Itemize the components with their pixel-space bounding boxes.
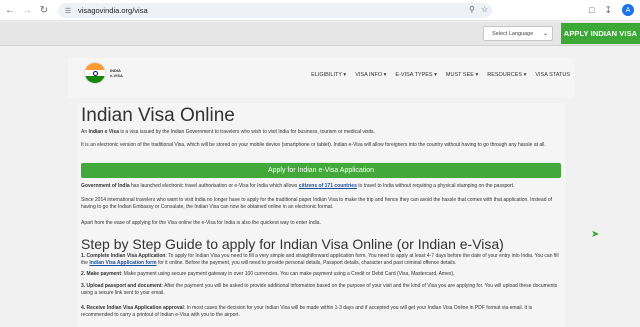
nav-resources[interactable]: RESOURCES ▾ [487,72,526,78]
step-4: 4. Receive Indian Visa Application appro… [81,305,565,319]
brand-text[interactable]: INDIA e-VISA [110,68,123,78]
text: is a visa issued by the Indian Governmen… [119,129,375,135]
text: has launched electronic travel authorisa… [129,183,299,189]
nav-evisa-types[interactable]: E-VISA TYPES ▾ [395,72,437,78]
nav-visa-info[interactable]: VISA INFO ▾ [355,72,386,78]
text-bold: Government of India [81,183,130,189]
nav-label: VISA INFO [355,72,383,78]
nav-label: MUST SEE [445,72,474,78]
site-header: INDIA e-VISA ELIGIBILITY ▾ VISA INFO ▾ E… [68,58,574,98]
text-bold: Indian e Visa [88,129,119,135]
browser-toolbar: ← → ↻ ☰ visagovindia.org/visa ⚲ ☆ □ ↧ A [0,0,640,21]
nav-eligibility[interactable]: ELIGIBILITY ▾ [311,72,346,78]
mouse-cursor-icon: ➤ [591,229,600,240]
nav-must-see[interactable]: MUST SEE ▾ [446,72,478,78]
download-icon[interactable]: ↧ [604,5,612,16]
reload-icon[interactable]: ↻ [37,3,51,17]
page-title: Indian Visa Online [81,105,235,126]
ease-paragraph: Apart from the ease of applying for the … [81,220,321,226]
nav-label: VISA STATUS [535,72,570,78]
gov-paragraph: Government of India has launched electro… [81,183,565,190]
text: for it online. Before the payment, you w… [156,260,457,266]
text: An [81,129,89,135]
site-info-icon[interactable]: ☰ [63,6,73,16]
evisa-description: It is an electronic version of the tradi… [81,142,546,148]
url-text[interactable]: visagovindia.org/visa [78,6,148,15]
intro-paragraph: An Indian e Visa is a visa issued by the… [81,129,565,136]
step-3: 3. Upload passport and document: After t… [81,283,565,297]
back-arrow-icon[interactable]: ← [3,3,17,17]
chevron-down-icon: ⌄ [542,31,548,37]
india-flag-logo-icon[interactable] [84,62,106,84]
avatar[interactable]: A [622,4,634,16]
nav-label: RESOURCES [487,72,523,78]
apply-evisa-button[interactable]: Apply for Indian e-Visa Application [81,163,561,178]
text-bold: 4. Receive Indian Visa Application appro… [81,305,184,311]
since-2014-paragraph: Since 2014 international travelers who w… [81,197,553,210]
citizens-countries-link[interactable]: citizens of 171 countries [299,183,357,189]
extensions-icon[interactable]: □ [589,5,594,15]
text-bold: 1. Complete Indian Visa Application [81,253,166,259]
language-select-label: Select Language [492,30,534,37]
main-nav: ELIGIBILITY ▾ VISA INFO ▾ E-VISA TYPES ▾… [311,72,570,78]
bookmark-star-icon[interactable]: ☆ [481,5,488,14]
zoom-icon[interactable]: ⚲ [469,5,475,14]
step-1: 1. Complete Indian Visa Application: To … [81,253,565,267]
text: : Make payment using secure payment gate… [121,271,455,277]
step-2: 2. Make payment: Make payment using secu… [81,271,565,278]
language-select[interactable]: Select Language ⌄ [483,26,553,41]
brand-line-2: e-VISA [110,73,123,78]
text-bold: 2. Make payment [81,271,122,277]
text: to travel to India without requiring a p… [356,183,515,189]
text-bold: 3. Upload passport and document [81,283,162,289]
forward-arrow-icon[interactable]: → [20,3,34,17]
main-content: Indian Visa Online An Indian e Visa is a… [77,103,565,327]
nav-label: E-VISA TYPES [395,72,433,78]
nav-label: ELIGIBILITY [311,72,342,78]
guide-heading: Step by Step Guide to apply for Indian V… [81,236,504,252]
nav-visa-status[interactable]: VISA STATUS [535,72,570,78]
apply-indian-visa-button[interactable]: APPLY INDIAN VISA [561,23,640,44]
address-bar[interactable]: ☰ visagovindia.org/visa ⚲ ☆ [58,3,492,18]
application-form-link[interactable]: Indian Visa Application form [89,260,156,266]
site-topbar: Select Language ⌄ APPLY INDIAN VISA [0,22,640,46]
